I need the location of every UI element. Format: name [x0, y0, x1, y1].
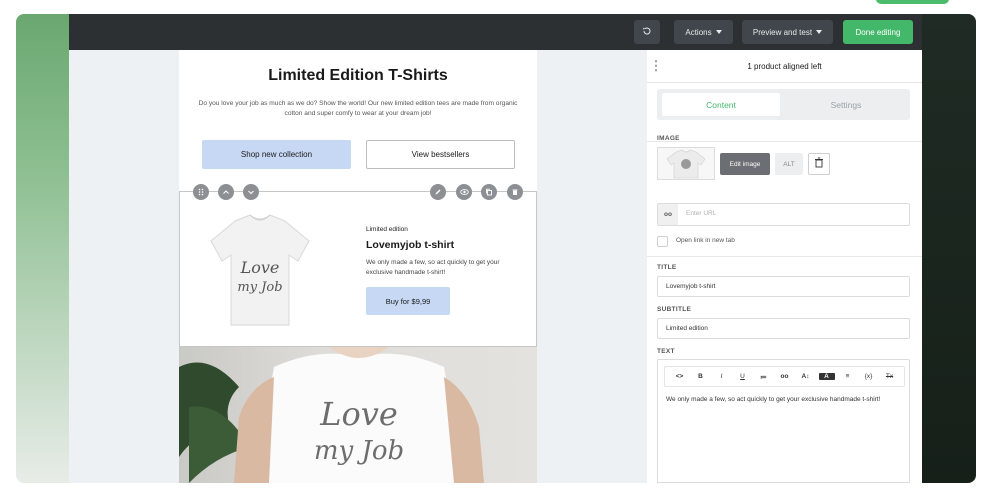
open-new-tab-checkbox[interactable]	[657, 236, 668, 247]
image-thumbnail[interactable]	[657, 147, 715, 180]
photo-print-love: Love	[319, 395, 398, 433]
drag-handle-icon[interactable]	[193, 184, 209, 200]
title-field[interactable]: Lovemyjob t-shirt	[657, 276, 910, 297]
top-accent-pill	[876, 0, 949, 4]
image-section-label: IMAGE	[657, 135, 680, 142]
remove-image-button[interactable]	[808, 153, 830, 175]
email-editor-app: Actions Preview and test Done editing Li…	[69, 14, 922, 483]
product-text[interactable]: We only made a few, so act quickly to ge…	[366, 258, 506, 278]
caret-down-icon	[816, 30, 823, 34]
link-icon[interactable]: oo	[777, 373, 793, 380]
shop-new-collection-button[interactable]: Shop new collection	[202, 140, 351, 169]
panel-drag-handle-icon[interactable]	[654, 59, 658, 73]
email-title[interactable]: Limited Edition T-Shirts	[179, 67, 537, 85]
move-up-icon[interactable]	[218, 184, 234, 200]
clear-format-icon[interactable]: Tx	[882, 373, 898, 380]
panel-header: 1 product aligned left	[647, 50, 922, 83]
done-label: Done editing	[855, 27, 901, 37]
text-section-label: TEXT	[657, 348, 675, 355]
url-placeholder: Enter URL	[686, 210, 717, 217]
product-label[interactable]: Limited edition	[366, 226, 408, 233]
font-size-icon[interactable]: A↕	[798, 373, 814, 380]
photo-print-myjob: my Job	[314, 436, 404, 466]
variable-icon[interactable]: {x}	[861, 373, 877, 380]
editor-toolbar: <> B I U ≔ oo A↕ A ≡ {x} Tx	[664, 366, 905, 387]
history-button[interactable]	[634, 20, 660, 44]
buy-button[interactable]: Buy for $9,99	[366, 287, 450, 315]
list-icon[interactable]: ≔	[756, 373, 772, 381]
tshirt-product-image: Love my Job	[205, 211, 315, 329]
underline-icon[interactable]: U	[735, 373, 751, 380]
history-icon	[642, 26, 652, 38]
section-divider	[647, 141, 922, 142]
shirt-print-myjob: my Job	[237, 280, 282, 295]
frame-dark-edge	[922, 14, 976, 483]
subtitle-section-label: SUBTITLE	[657, 306, 692, 313]
shirt-print-love: Love	[240, 258, 280, 277]
top-toolbar: Actions Preview and test Done editing	[69, 14, 922, 50]
duplicate-icon[interactable]	[481, 184, 497, 200]
caret-down-icon	[715, 30, 722, 34]
done-editing-button[interactable]: Done editing	[843, 20, 913, 44]
email-intro-text[interactable]: Do you love your job as much as we do? S…	[197, 99, 519, 119]
bold-icon[interactable]: B	[693, 373, 709, 380]
editor-text[interactable]: We only made a few, so act quickly to ge…	[666, 395, 903, 405]
align-icon[interactable]: ≡	[840, 373, 856, 380]
open-new-tab-label: Open link in new tab	[676, 237, 735, 244]
preview-label: Preview and test	[752, 27, 813, 37]
text-color-icon[interactable]: A	[818, 373, 835, 380]
product-block-selected[interactable]: Love my Job Limited edition Lovemyjob t-…	[179, 184, 537, 347]
subtitle-field[interactable]: Limited edition	[657, 318, 910, 339]
move-down-icon[interactable]	[243, 184, 259, 200]
tab-content[interactable]: Content	[662, 93, 780, 116]
edit-image-button[interactable]: Edit image	[720, 153, 770, 175]
delete-icon[interactable]	[507, 184, 523, 200]
panel-tabs: Content Settings	[657, 89, 910, 120]
actions-dropdown[interactable]: Actions	[674, 20, 733, 44]
email-body: Limited Edition T-Shirts Do you love you…	[179, 50, 537, 483]
url-field[interactable]: oo Enter URL	[657, 203, 910, 226]
actions-label: Actions	[685, 27, 712, 37]
panel-title: 1 product aligned left	[747, 61, 822, 71]
link-icon: oo	[658, 204, 678, 225]
app-frame: Actions Preview and test Done editing Li…	[16, 14, 976, 483]
email-canvas: Limited Edition T-Shirts Do you love you…	[69, 50, 647, 483]
edit-pencil-icon[interactable]	[430, 184, 446, 200]
section-divider	[647, 256, 922, 257]
italic-icon[interactable]: I	[714, 373, 730, 380]
eye-icon[interactable]	[456, 184, 472, 200]
alt-text-button[interactable]: ALT	[775, 153, 803, 175]
title-section-label: TITLE	[657, 264, 677, 271]
view-bestsellers-button[interactable]: View bestsellers	[366, 140, 515, 169]
settings-panel: 1 product aligned left Content Settings …	[647, 50, 922, 483]
preview-and-test-dropdown[interactable]: Preview and test	[742, 20, 833, 44]
trash-icon	[814, 155, 824, 173]
code-icon[interactable]: <>	[672, 373, 688, 380]
rich-text-editor[interactable]: <> B I U ≔ oo A↕ A ≡ {x} Tx We only made…	[657, 359, 910, 483]
model-photo: Love my Job	[179, 347, 537, 483]
tab-settings[interactable]: Settings	[787, 93, 905, 116]
product-title[interactable]: Lovemyjob t-shirt	[366, 239, 454, 251]
